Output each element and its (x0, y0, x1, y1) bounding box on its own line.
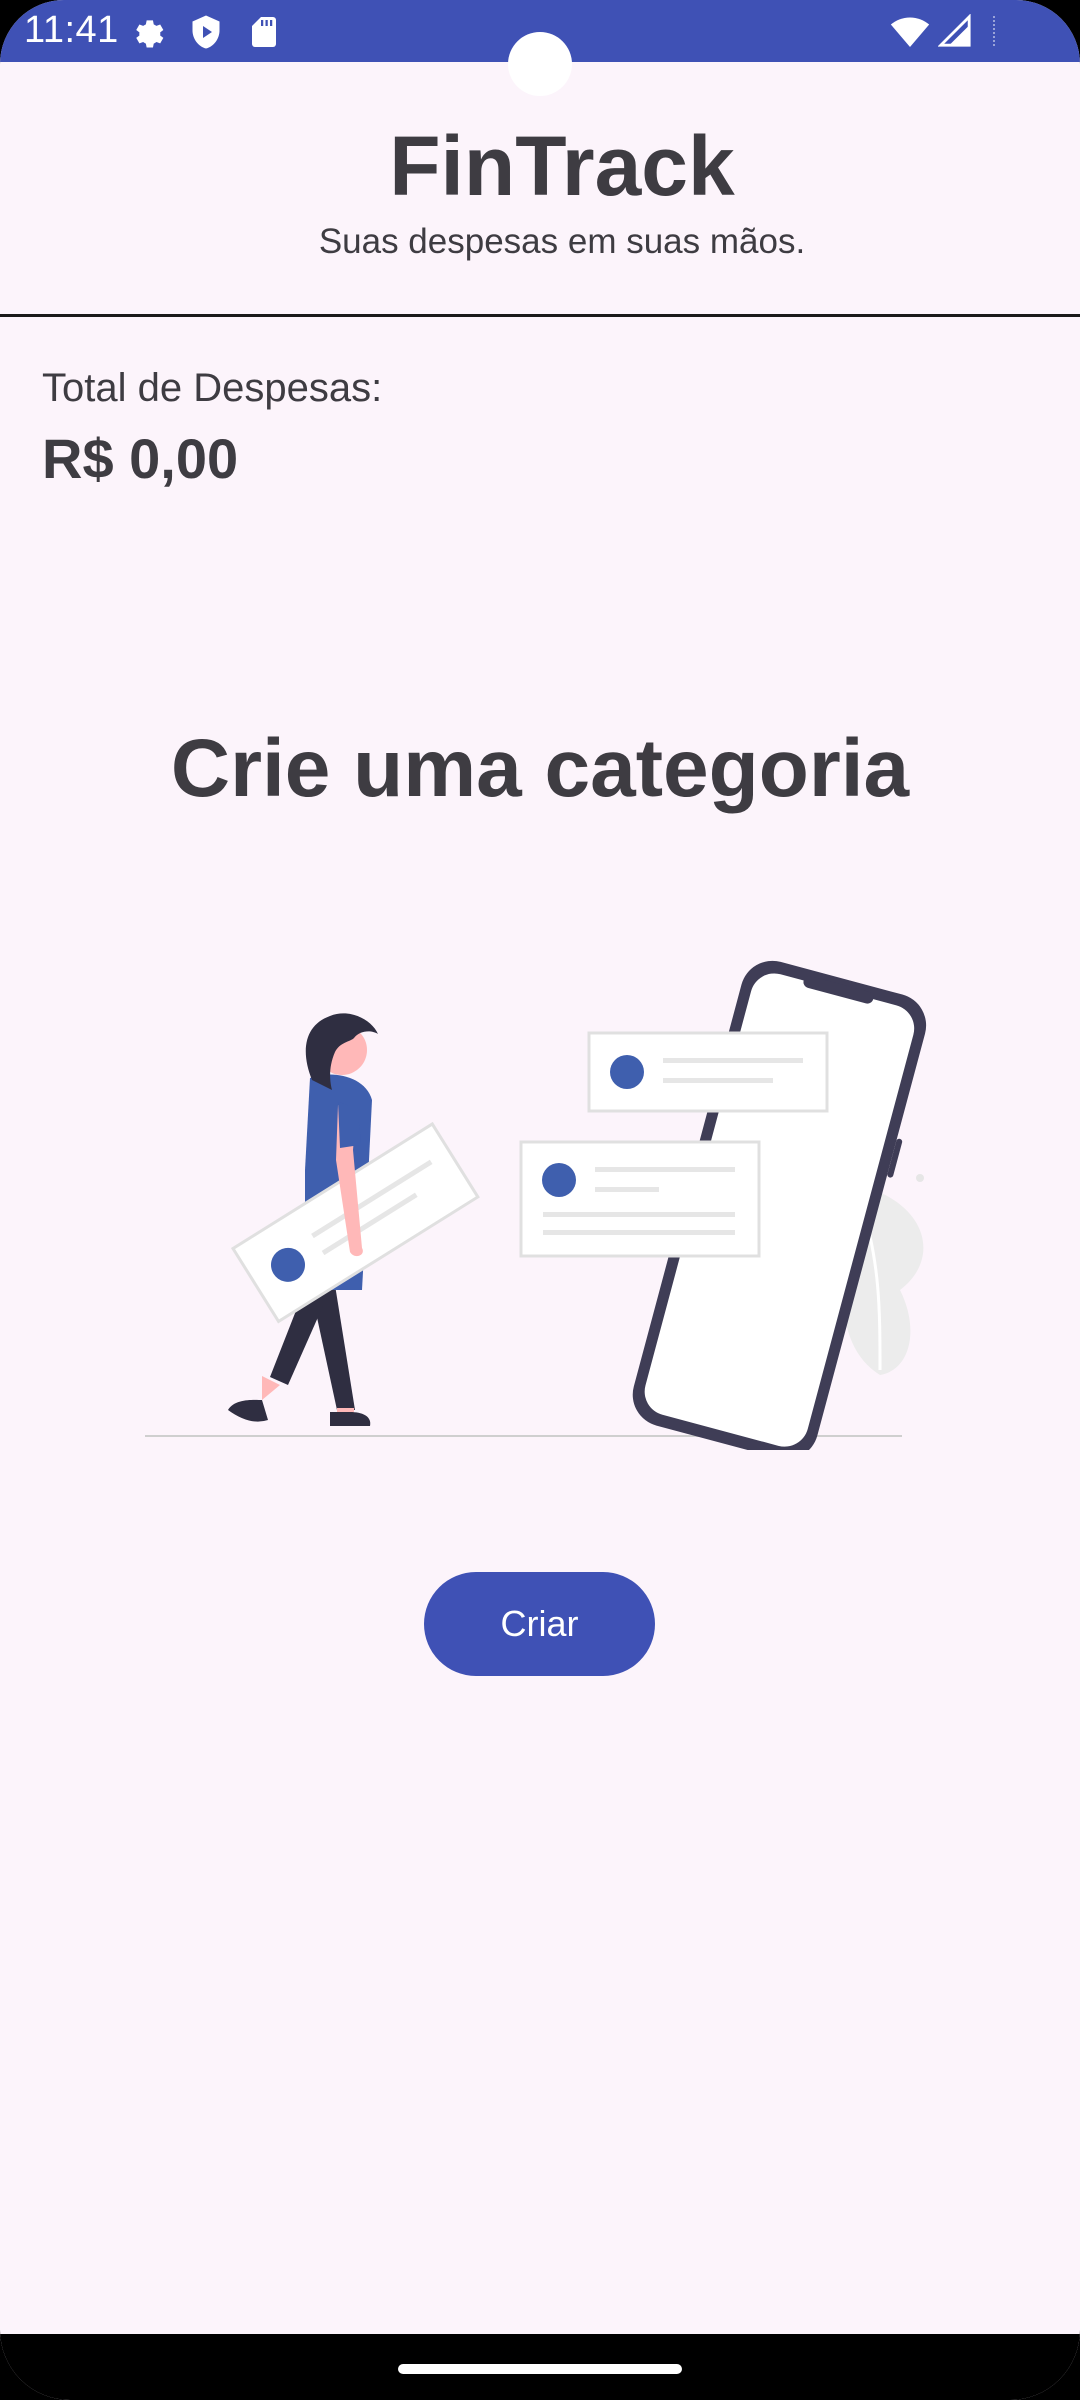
shield-icon (192, 15, 220, 49)
wifi-icon (890, 17, 930, 47)
app-screen: 11:41 FinTrack Suas despesas em suas mão… (0, 0, 1080, 2400)
battery-icon (993, 16, 999, 46)
home-gesture-handle[interactable] (398, 2364, 682, 2374)
app-title: FinTrack (389, 119, 735, 213)
empty-state-title: Crie uma categoria (170, 723, 910, 814)
create-category-button[interactable]: Criar (424, 1572, 655, 1676)
total-expenses-label: Total de Despesas: (42, 366, 383, 410)
sd-card-icon (252, 17, 276, 47)
status-time: 11:41 (24, 9, 119, 51)
total-expenses-value: R$ 0,00 (42, 427, 239, 490)
camera-cutout (508, 32, 572, 96)
app-subtitle: Suas despesas em suas mãos. (318, 222, 806, 261)
empty-state-illustration (145, 960, 927, 1450)
settings-icon (136, 20, 164, 48)
header-divider (0, 314, 1080, 317)
signal-icon (938, 14, 971, 47)
